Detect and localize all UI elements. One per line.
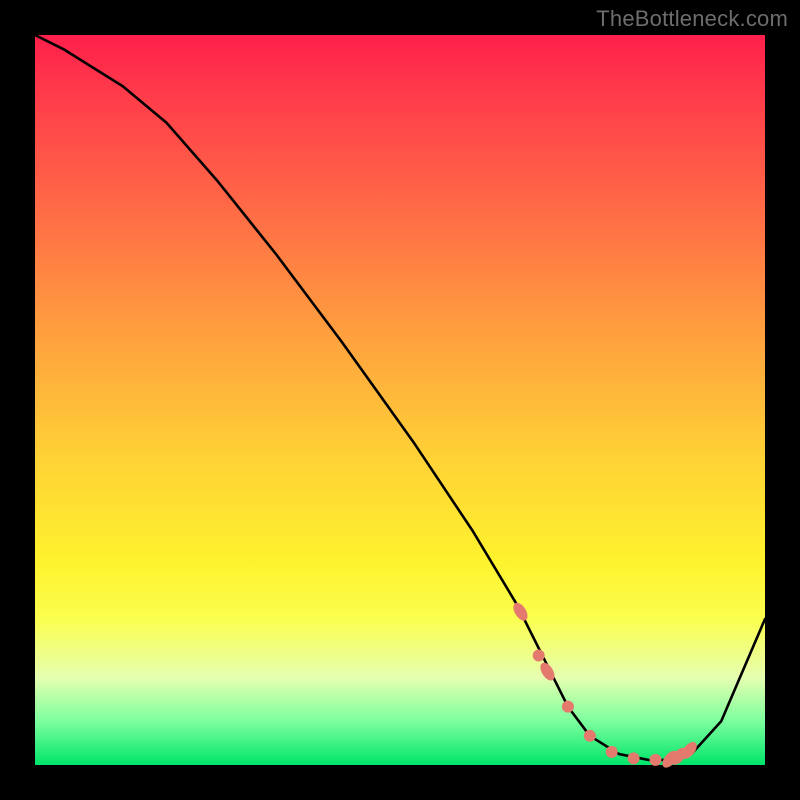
watermark-text: TheBottleneck.com (596, 6, 788, 32)
marker-dot (584, 730, 596, 742)
marker-dot (650, 754, 662, 766)
marker-dot (533, 650, 545, 662)
plot-area (35, 35, 765, 765)
marker-dot (562, 701, 574, 713)
chart-frame: TheBottleneck.com (0, 0, 800, 800)
marker-dot (510, 600, 530, 623)
marker-dot (606, 746, 618, 758)
bottleneck-curve (35, 35, 765, 760)
marker-dot (628, 752, 640, 764)
chart-svg (35, 35, 765, 765)
